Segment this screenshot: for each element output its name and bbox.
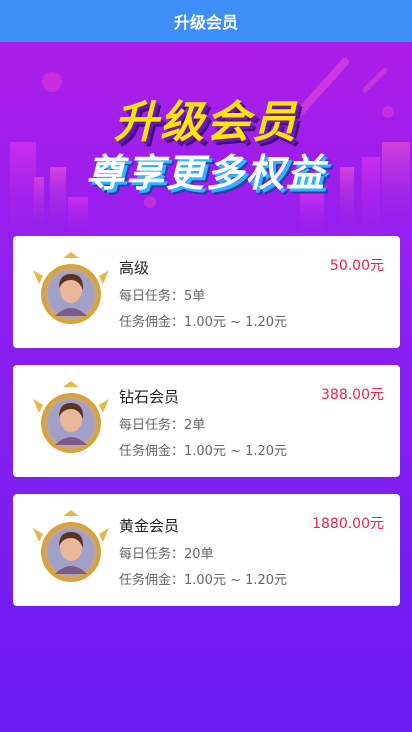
member-avatar-gold-frame-icon	[33, 510, 109, 582]
level-name: 黄金会员	[119, 517, 180, 535]
daily-task-text: 每日任务：2单	[119, 418, 206, 433]
commission-text: 任务佣金：1.00元 ~ 1.20元	[119, 315, 288, 330]
level-name: 高级	[119, 259, 150, 277]
promo-banner: 升级会员 尊享更多权益	[0, 42, 412, 232]
daily-task-text: 每日任务：5单	[119, 289, 206, 304]
banner-headline: 升级会员	[114, 97, 298, 148]
level-price: 388.00元	[321, 387, 384, 403]
commission-text: 任务佣金：1.00元 ~ 1.20元	[119, 573, 288, 588]
member-level-card[interactable]: 钻石会员 388.00元 每日任务：2单 任务佣金：1.00元 ~ 1.20元	[13, 365, 400, 477]
commission-text: 任务佣金：1.00元 ~ 1.20元	[119, 444, 288, 459]
daily-task-text: 每日任务：20单	[119, 547, 214, 562]
member-level-card[interactable]: 黄金会员 1880.00元 每日任务：20单 任务佣金：1.00元 ~ 1.20…	[13, 494, 400, 606]
level-price: 50.00元	[329, 258, 384, 274]
top-bar: 升级会员	[0, 0, 412, 42]
level-name: 钻石会员	[119, 388, 180, 406]
member-avatar-gold-frame-icon	[33, 381, 109, 453]
member-level-card[interactable]: 高级 50.00元 每日任务：5单 任务佣金：1.00元 ~ 1.20元	[13, 236, 400, 348]
level-price: 1880.00元	[312, 516, 384, 532]
member-avatar-gold-frame-icon	[33, 252, 109, 324]
page-title: 升级会员	[173, 13, 238, 32]
banner-subheadline: 尊享更多权益	[85, 151, 326, 195]
